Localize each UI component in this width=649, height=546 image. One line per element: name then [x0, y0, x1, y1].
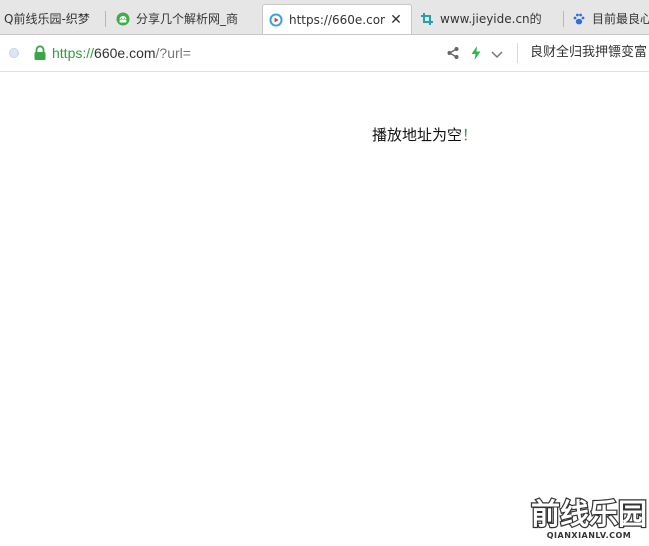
tab-title: Q前线乐园-织梦 — [4, 12, 90, 26]
paw-icon — [572, 12, 586, 26]
url-path: /?url= — [155, 45, 191, 61]
tab-jieyide[interactable]: www.jieyide.cn的 — [414, 3, 564, 34]
site-status-icon[interactable] — [9, 48, 19, 58]
url-field[interactable]: https://660e.com/?url= — [52, 44, 191, 62]
tab-most-conscientious[interactable]: 目前最良心 — [566, 3, 649, 34]
play-circle-icon — [269, 13, 283, 27]
address-bar: https://660e.com/?url= 良财全归我押镖变富 — [0, 35, 649, 72]
tab-title: https://660e.com — [289, 13, 385, 27]
site-watermark-logo: 前线乐园 QIANXIANLV.COM — [530, 490, 648, 542]
empty-playback-message: 播放地址为空！ — [372, 124, 477, 145]
tab-strip: Q前线乐园-织梦 分享几个解析网_商 https://660e.com ✕ ww… — [0, 0, 649, 35]
tab-title: 目前最良心 — [592, 12, 649, 26]
watermark-title: 前线乐园 — [531, 497, 647, 531]
news-ticker[interactable]: 良财全归我押镖变富 — [530, 44, 647, 62]
close-icon[interactable]: ✕ — [389, 13, 403, 27]
url-host: 660e.com — [94, 45, 156, 61]
url-scheme: https:// — [52, 45, 95, 61]
chevron-down-icon[interactable] — [490, 46, 504, 65]
message-exclaim: ！ — [462, 126, 478, 144]
tab-660e-active[interactable]: https://660e.com ✕ — [262, 4, 412, 34]
tab-parse-sites[interactable]: 分享几个解析网_商 — [110, 3, 260, 34]
tab-title: www.jieyide.cn的 — [440, 12, 542, 26]
lock-icon[interactable] — [33, 45, 47, 61]
tab-divider — [563, 11, 564, 27]
lightning-icon[interactable] — [470, 45, 482, 64]
tab-title: 分享几个解析网_商 — [136, 12, 239, 26]
tab-divider — [105, 11, 106, 27]
android-icon — [116, 12, 130, 26]
tab-qianxian[interactable]: Q前线乐园-织梦 — [0, 3, 106, 34]
message-text: 播放地址为空 — [372, 126, 463, 144]
share-icon[interactable] — [446, 45, 460, 64]
crop-icon — [420, 12, 434, 26]
divider — [517, 43, 518, 63]
watermark-subtitle: QIANXIANLV.COM — [547, 531, 632, 540]
